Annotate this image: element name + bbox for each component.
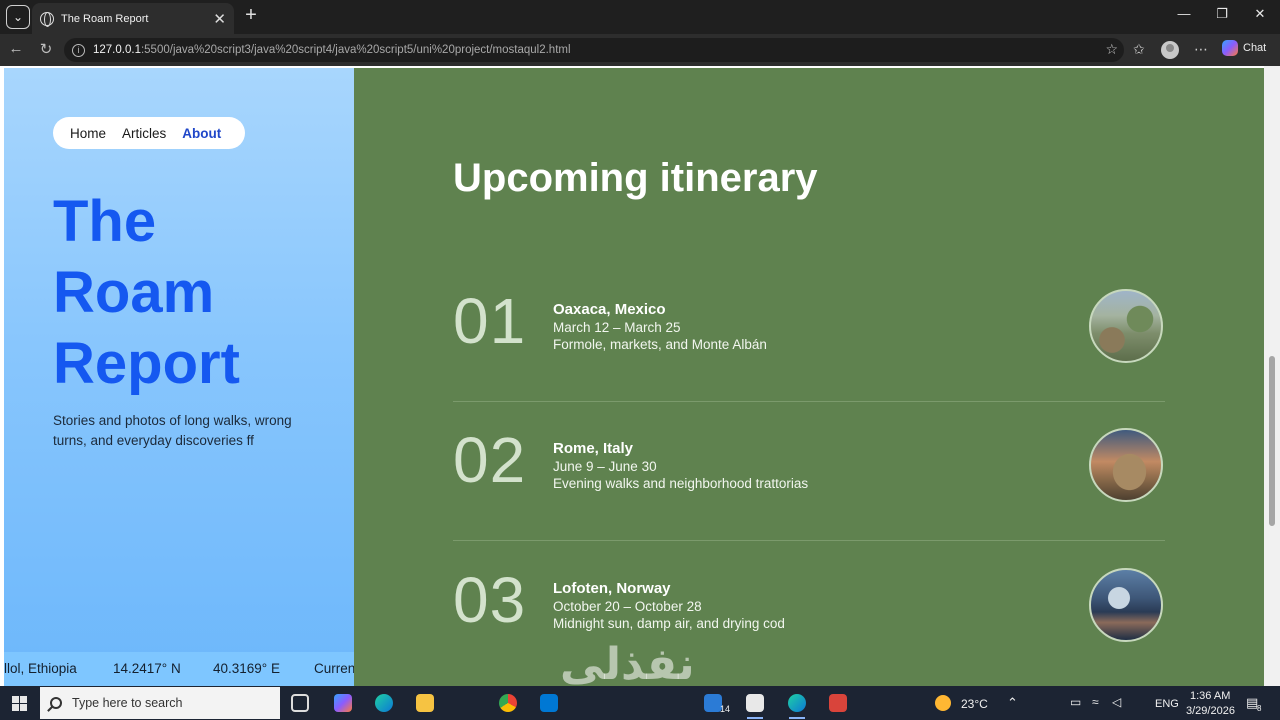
reload-icon[interactable]: ↻	[36, 40, 56, 58]
itinerary-description: Formole, markets, and Monte Albán	[553, 337, 767, 352]
window-app-icon[interactable]	[746, 694, 764, 712]
itinerary-photo	[1089, 428, 1163, 502]
itinerary-place: Oaxaca, Mexico	[553, 301, 666, 318]
ticker-extra: Curren	[314, 661, 354, 676]
url-path: :5500/java%20script3/java%20script4/java…	[140, 44, 571, 56]
itinerary-number: 03	[453, 564, 527, 636]
itinerary-item: 01 Oaxaca, Mexico March 12 – March 25 Fo…	[453, 264, 1165, 402]
watermark: نفذلي	[560, 639, 695, 686]
location-ticker: llol, Ethiopia 14.2417° N 40.3169° E Cur…	[4, 652, 354, 686]
scrollbar[interactable]	[1264, 66, 1280, 686]
taskbar: Type here to search 14 23°C ⌃ ▭ ≈ ◁ ENG …	[0, 686, 1280, 720]
maximize-icon[interactable]: ❐	[1212, 6, 1232, 22]
ellipsis-icon[interactable]: ⋯	[1194, 41, 1208, 58]
ticker-location: llol, Ethiopia	[4, 661, 77, 676]
file-explorer-icon[interactable]	[416, 694, 434, 712]
page-viewport: Home Articles About The Roam Report Stor…	[0, 66, 1280, 686]
url-input[interactable]: i 127.0.0.1:5500/java%20script3/java%20s…	[64, 38, 1124, 62]
ticker-latitude: 14.2417° N	[113, 661, 181, 676]
nav-link-home[interactable]: Home	[70, 126, 106, 141]
itinerary-description: Evening walks and neighborhood trattoria…	[553, 476, 809, 491]
search-icon	[50, 697, 62, 709]
taskbar-search-placeholder: Type here to search	[72, 696, 183, 710]
site-title: The Roam Report	[53, 186, 240, 399]
app-badge: 14	[720, 704, 731, 714]
new-tab-button[interactable]: +	[240, 4, 262, 27]
language-indicator[interactable]: ENG	[1155, 698, 1179, 710]
itinerary-dates: October 20 – October 28	[553, 599, 702, 614]
vscode-icon[interactable]	[540, 694, 558, 712]
running-indicator	[747, 717, 763, 719]
itinerary-number: 01	[453, 285, 527, 357]
nav-link-articles[interactable]: Articles	[122, 126, 166, 141]
section-title: Upcoming itinerary	[453, 156, 818, 200]
site-title-line: Roam	[53, 260, 215, 325]
wifi-icon[interactable]: ≈	[1092, 695, 1099, 709]
main-nav: Home Articles About	[53, 117, 245, 149]
app-icon-red[interactable]	[829, 694, 847, 712]
itinerary-details: Lofoten, Norway October 20 – October 28 …	[553, 579, 785, 632]
taskbar-search-input[interactable]: Type here to search	[40, 687, 280, 719]
browser-tab-bar: ⌄ The Roam Report ✕ + — ❐ ✕	[0, 0, 1280, 34]
itinerary-dates: March 12 – March 25	[553, 320, 681, 335]
clock-date[interactable]: 3/29/2026	[1186, 705, 1235, 717]
itinerary-details: Rome, Italy June 9 – June 30 Evening wal…	[553, 439, 808, 492]
chat-label: Chat	[1243, 42, 1267, 54]
itinerary-description: Midnight sun, damp air, and drying cod	[553, 616, 785, 631]
itinerary-photo	[1089, 289, 1163, 363]
copilot-taskbar-icon[interactable]	[334, 694, 352, 712]
chevron-down-icon: ⌄	[12, 10, 24, 24]
clock-time[interactable]: 1:36 AM	[1190, 690, 1230, 702]
edge-active-icon[interactable]	[788, 694, 806, 712]
volume-icon[interactable]: ◁	[1112, 695, 1121, 709]
itinerary-place: Lofoten, Norway	[553, 580, 671, 597]
site-title-line: Report	[53, 331, 240, 396]
tab-actions-button[interactable]: ⌄	[6, 5, 30, 29]
minimize-icon[interactable]: —	[1174, 6, 1194, 21]
itinerary-photo	[1089, 568, 1163, 642]
address-bar: ← ↻ i 127.0.0.1:5500/java%20script3/java…	[0, 34, 1280, 66]
site-tagline: Stories and photos of long walks, wrong …	[53, 413, 292, 448]
running-indicator	[789, 717, 805, 719]
itinerary-number: 02	[453, 424, 527, 496]
tab-close-icon[interactable]: ✕	[213, 10, 226, 28]
profile-avatar[interactable]	[1161, 41, 1179, 59]
windows-start-icon[interactable]	[12, 696, 27, 711]
ticker-longitude: 40.3169° E	[213, 661, 280, 676]
window-close-icon[interactable]: ✕	[1250, 6, 1270, 22]
chat-button[interactable]: Chat	[1222, 40, 1266, 56]
temperature: 23°C	[961, 697, 988, 711]
star-icon[interactable]: ☆	[1105, 41, 1118, 58]
itinerary-item: 02 Rome, Italy June 9 – June 30 Evening …	[453, 403, 1165, 541]
info-icon[interactable]: i	[72, 43, 85, 57]
tab-title: The Roam Report	[61, 12, 149, 25]
notification-count: 8	[1257, 704, 1262, 713]
globe-icon	[40, 11, 54, 27]
itinerary-section: Upcoming itinerary 01 Oaxaca, Mexico Mar…	[354, 68, 1264, 686]
collections-icon[interactable]: ✩	[1133, 41, 1145, 58]
nav-link-about[interactable]: About	[182, 126, 221, 141]
itinerary-dates: June 9 – June 30	[553, 459, 657, 474]
edge-icon[interactable]	[375, 694, 393, 712]
itinerary-place: Rome, Italy	[553, 440, 634, 457]
battery-icon[interactable]: ▭	[1070, 695, 1081, 709]
scrollbar-thumb[interactable]	[1269, 356, 1275, 526]
task-view-icon[interactable]	[291, 694, 309, 712]
weather-icon[interactable]	[935, 695, 951, 711]
copilot-icon	[1222, 40, 1238, 56]
site-title-line: The	[53, 189, 157, 254]
browser-tab[interactable]: The Roam Report ✕	[32, 3, 234, 34]
chrome-icon[interactable]	[499, 694, 517, 712]
sidebar: Home Articles About The Roam Report Stor…	[4, 68, 354, 686]
itinerary-details: Oaxaca, Mexico March 12 – March 25 Formo…	[553, 300, 767, 353]
arrow-left-icon[interactable]: ←	[6, 40, 26, 57]
chevron-up-icon[interactable]: ⌃	[1007, 695, 1018, 711]
url-host: 127.0.0.1	[93, 44, 141, 56]
